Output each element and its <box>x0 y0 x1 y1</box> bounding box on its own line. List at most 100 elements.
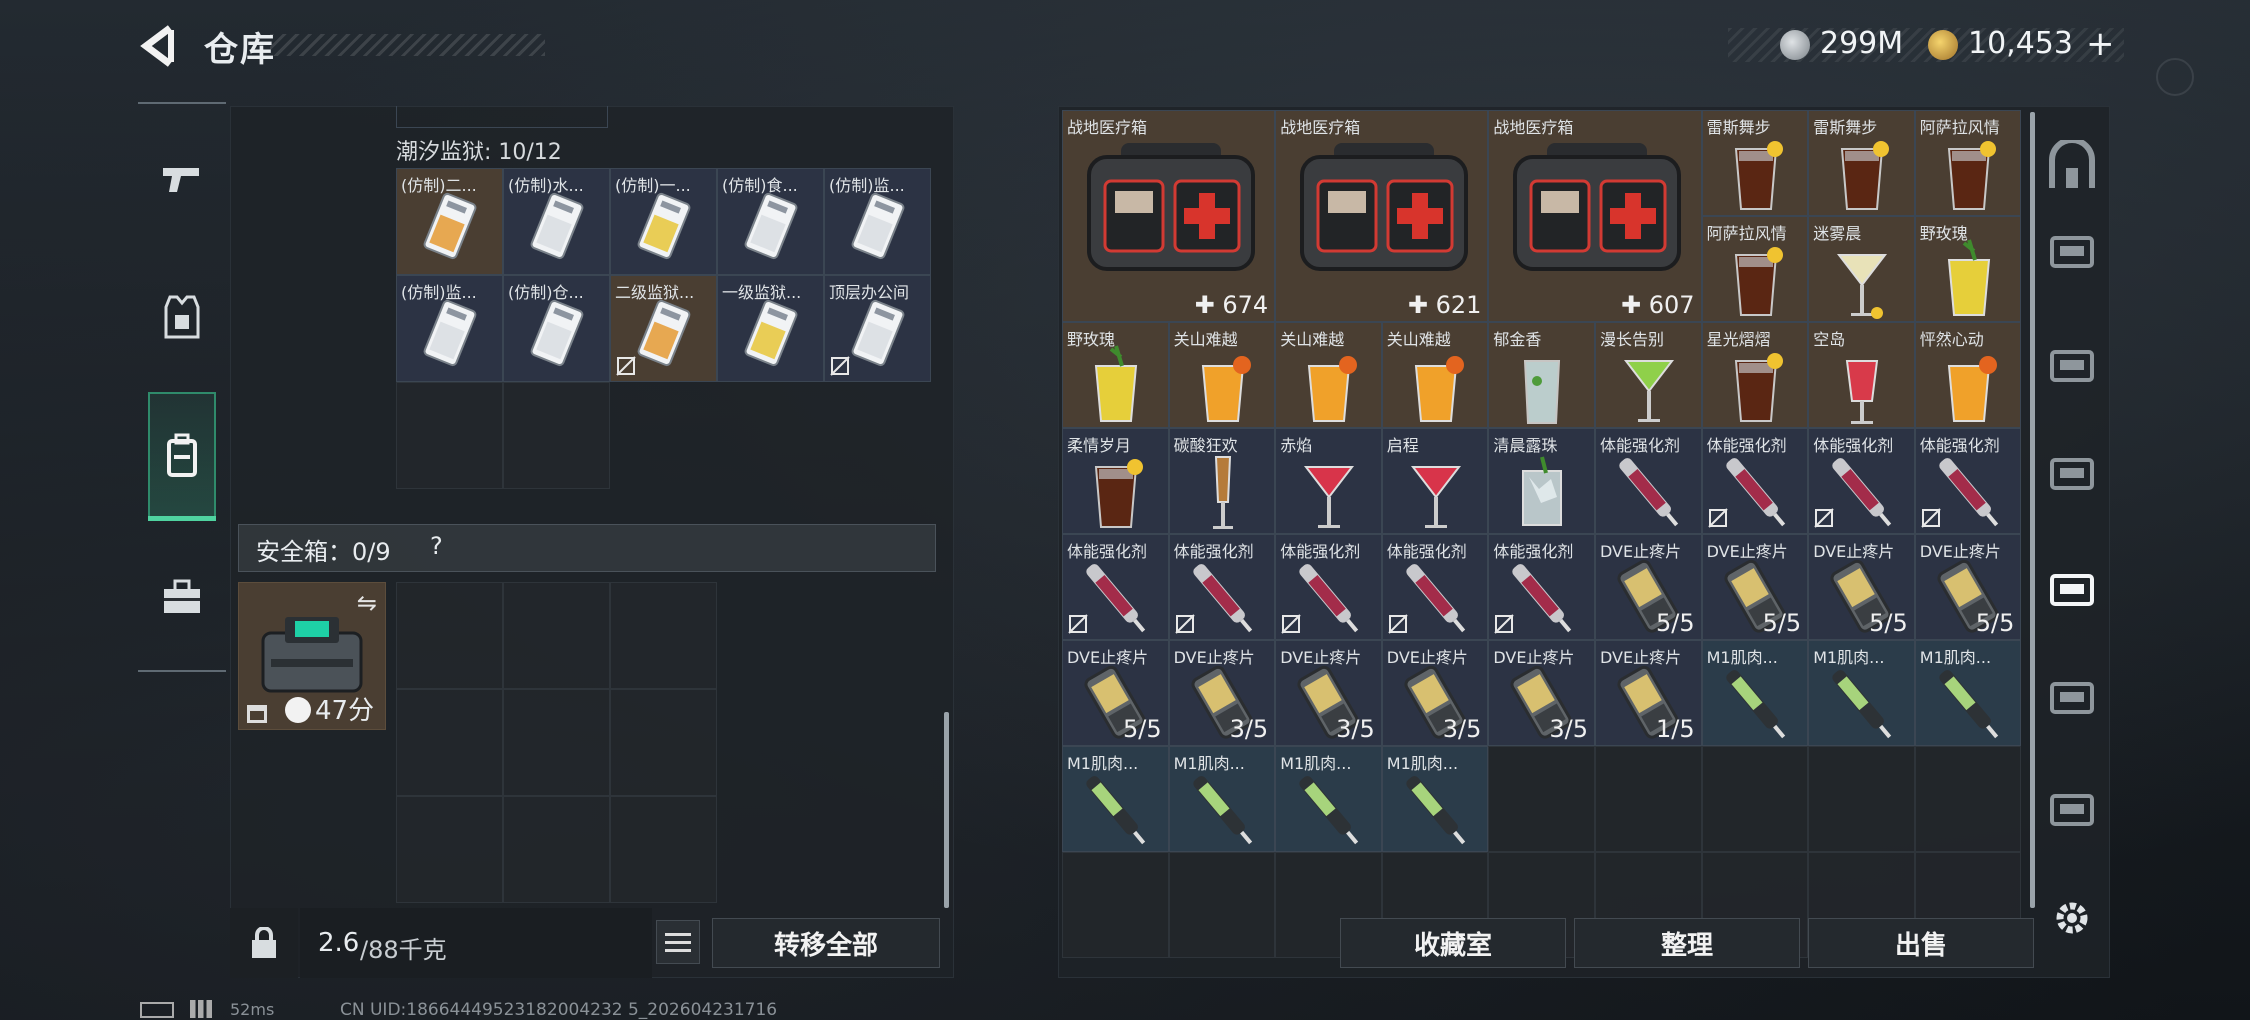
sell-button[interactable]: 出售 <box>1808 918 2034 968</box>
stash-item[interactable]: DVE止疼片 3/5 <box>1275 640 1382 746</box>
empty-slot[interactable] <box>1168 852 1276 958</box>
stash-item[interactable]: 阿萨拉风情 <box>1914 110 2022 216</box>
safe-slot[interactable] <box>396 689 503 796</box>
stash-item[interactable]: 赤焰 <box>1275 428 1382 534</box>
stash-item[interactable]: 空岛 <box>1808 322 1915 428</box>
iv-case-icon[interactable] <box>2046 222 2098 274</box>
empty-slot[interactable] <box>1062 852 1169 958</box>
empty-slot[interactable] <box>503 382 610 489</box>
safe-slot[interactable] <box>610 582 717 689</box>
nav-weapon[interactable] <box>148 134 216 224</box>
stash-item[interactable]: 碳酸狂欢 <box>1168 428 1276 534</box>
stash-item[interactable]: DVE止疼片 5/5 <box>1914 534 2022 640</box>
iv-folder-icon[interactable] <box>2046 668 2098 720</box>
sort-button[interactable]: 整理 <box>1574 918 1800 968</box>
stash-item[interactable]: 野玫瑰 <box>1914 216 2022 322</box>
stash-item[interactable]: 关山难越 <box>1275 322 1382 428</box>
stash-item[interactable]: 怦然心动 <box>1914 322 2022 428</box>
empty-slot[interactable] <box>1914 746 2022 852</box>
help-button[interactable]: ? <box>430 532 443 560</box>
gear-icon[interactable] <box>2050 896 2094 940</box>
list-view-button[interactable] <box>656 920 700 964</box>
stash-item[interactable]: M1肌肉... <box>1275 746 1382 852</box>
stash-item[interactable]: 体能强化剂 <box>1701 428 1809 534</box>
transfer-all-button[interactable]: 转移全部 <box>712 918 940 968</box>
stash-item[interactable]: 体能强化剂 <box>1595 428 1702 534</box>
stash-item[interactable]: M1肌肉... <box>1062 746 1169 852</box>
safe-slot[interactable] <box>610 796 717 903</box>
stash-item[interactable]: 体能强化剂 <box>1808 428 1915 534</box>
stash-item[interactable]: 迷雾晨 <box>1808 216 1915 322</box>
container-item[interactable]: 一级监狱... <box>717 275 824 382</box>
container-item[interactable]: (仿制)水... <box>503 168 610 275</box>
stash-item[interactable]: M1肌肉... <box>1381 746 1489 852</box>
empty-slot[interactable] <box>1488 746 1595 852</box>
iii-case-icon[interactable] <box>2046 780 2098 832</box>
safe-slot[interactable] <box>610 689 717 796</box>
stash-item[interactable]: DVE止疼片 1/5 <box>1595 640 1702 746</box>
swap-icon[interactable]: ⇋ <box>357 589 377 617</box>
nav-backpack[interactable] <box>148 410 216 500</box>
stash-item[interactable]: 郁金香 <box>1488 322 1595 428</box>
stash-item[interactable]: 体能强化剂 <box>1381 534 1489 640</box>
room-icon[interactable] <box>2046 137 2098 192</box>
stash-item[interactable]: 体能强化剂 <box>1914 428 2022 534</box>
medkit-item[interactable]: 战地医疗箱 ✚ 674 <box>1062 110 1276 322</box>
stash-item[interactable]: DVE止疼片 3/5 <box>1381 640 1489 746</box>
container-item[interactable]: (仿制)监... <box>824 168 931 275</box>
stash-item[interactable]: 体能强化剂 <box>1275 534 1382 640</box>
container-item[interactable]: (仿制)仓... <box>503 275 610 382</box>
stash-item[interactable]: M1肌肉... <box>1701 640 1809 746</box>
stash-item[interactable]: 雷斯舞步 <box>1808 110 1915 216</box>
safe-slot[interactable] <box>503 796 610 903</box>
stash-item[interactable]: 体能强化剂 <box>1062 534 1169 640</box>
iv-add-icon[interactable] <box>2046 560 2098 612</box>
safe-slot[interactable] <box>396 796 503 903</box>
stash-item[interactable]: DVE止疼片 5/5 <box>1701 534 1809 640</box>
stash-item[interactable]: 清晨露珠 <box>1488 428 1595 534</box>
container-item[interactable]: (仿制)一... <box>610 168 717 275</box>
stash-item[interactable]: DVE止疼片 3/5 <box>1168 640 1276 746</box>
scrollbar[interactable] <box>944 712 949 908</box>
safe-slot[interactable] <box>396 582 503 689</box>
iv-folder-icon[interactable] <box>2046 336 2098 388</box>
stash-item[interactable]: M1肌肉... <box>1168 746 1276 852</box>
safe-slot[interactable] <box>503 689 610 796</box>
empty-slot[interactable] <box>1595 746 1702 852</box>
stash-item[interactable]: 体能强化剂 <box>1488 534 1595 640</box>
back-arrow-icon[interactable] <box>138 24 178 68</box>
stash-item[interactable]: DVE止疼片 5/5 <box>1595 534 1702 640</box>
stash-item[interactable]: 关山难越 <box>1381 322 1489 428</box>
nav-case[interactable] <box>148 552 216 642</box>
nav-armor[interactable] <box>148 272 216 362</box>
stash-item[interactable]: DVE止疼片 3/5 <box>1488 640 1595 746</box>
safe-box-item[interactable]: ⇋ 47分 <box>238 582 386 730</box>
lock-button[interactable] <box>230 908 298 978</box>
stash-item[interactable]: 漫长告别 <box>1595 322 1702 428</box>
medkit-item[interactable]: 战地医疗箱 ✚ 621 <box>1275 110 1489 322</box>
empty-slot[interactable] <box>396 382 503 489</box>
container-item[interactable]: 顶层办公间 <box>824 275 931 382</box>
empty-slot[interactable] <box>1808 746 1915 852</box>
stash-item[interactable]: 星光熠熠 <box>1701 322 1809 428</box>
container-item[interactable]: (仿制)食... <box>717 168 824 275</box>
empty-slot[interactable] <box>1701 746 1809 852</box>
stash-item[interactable]: 野玫瑰 <box>1062 322 1169 428</box>
stash-item[interactable]: DVE止疼片 5/5 <box>1062 640 1169 746</box>
collection-room-button[interactable]: 收藏室 <box>1340 918 1566 968</box>
add-currency-button[interactable]: + <box>2086 24 2115 64</box>
stash-item[interactable]: 雷斯舞步 <box>1701 110 1809 216</box>
stash-item[interactable]: 关山难越 <box>1168 322 1276 428</box>
stash-item[interactable]: M1肌肉... <box>1808 640 1915 746</box>
stash-item[interactable]: 柔情岁月 <box>1062 428 1169 534</box>
stash-item[interactable]: 阿萨拉风情 <box>1701 216 1809 322</box>
stash-item[interactable]: DVE止疼片 5/5 <box>1808 534 1915 640</box>
stash-item[interactable]: M1肌肉... <box>1914 640 2022 746</box>
stash-item[interactable]: 启程 <box>1381 428 1489 534</box>
stash-scrollbar[interactable] <box>2030 112 2035 908</box>
container-item[interactable]: (仿制)监... <box>396 275 503 382</box>
safe-slot[interactable] <box>503 582 610 689</box>
medkit-item[interactable]: 战地医疗箱 ✚ 607 <box>1488 110 1702 322</box>
container-item[interactable]: 二级监狱... <box>610 275 717 382</box>
v-case-icon[interactable] <box>2046 444 2098 496</box>
